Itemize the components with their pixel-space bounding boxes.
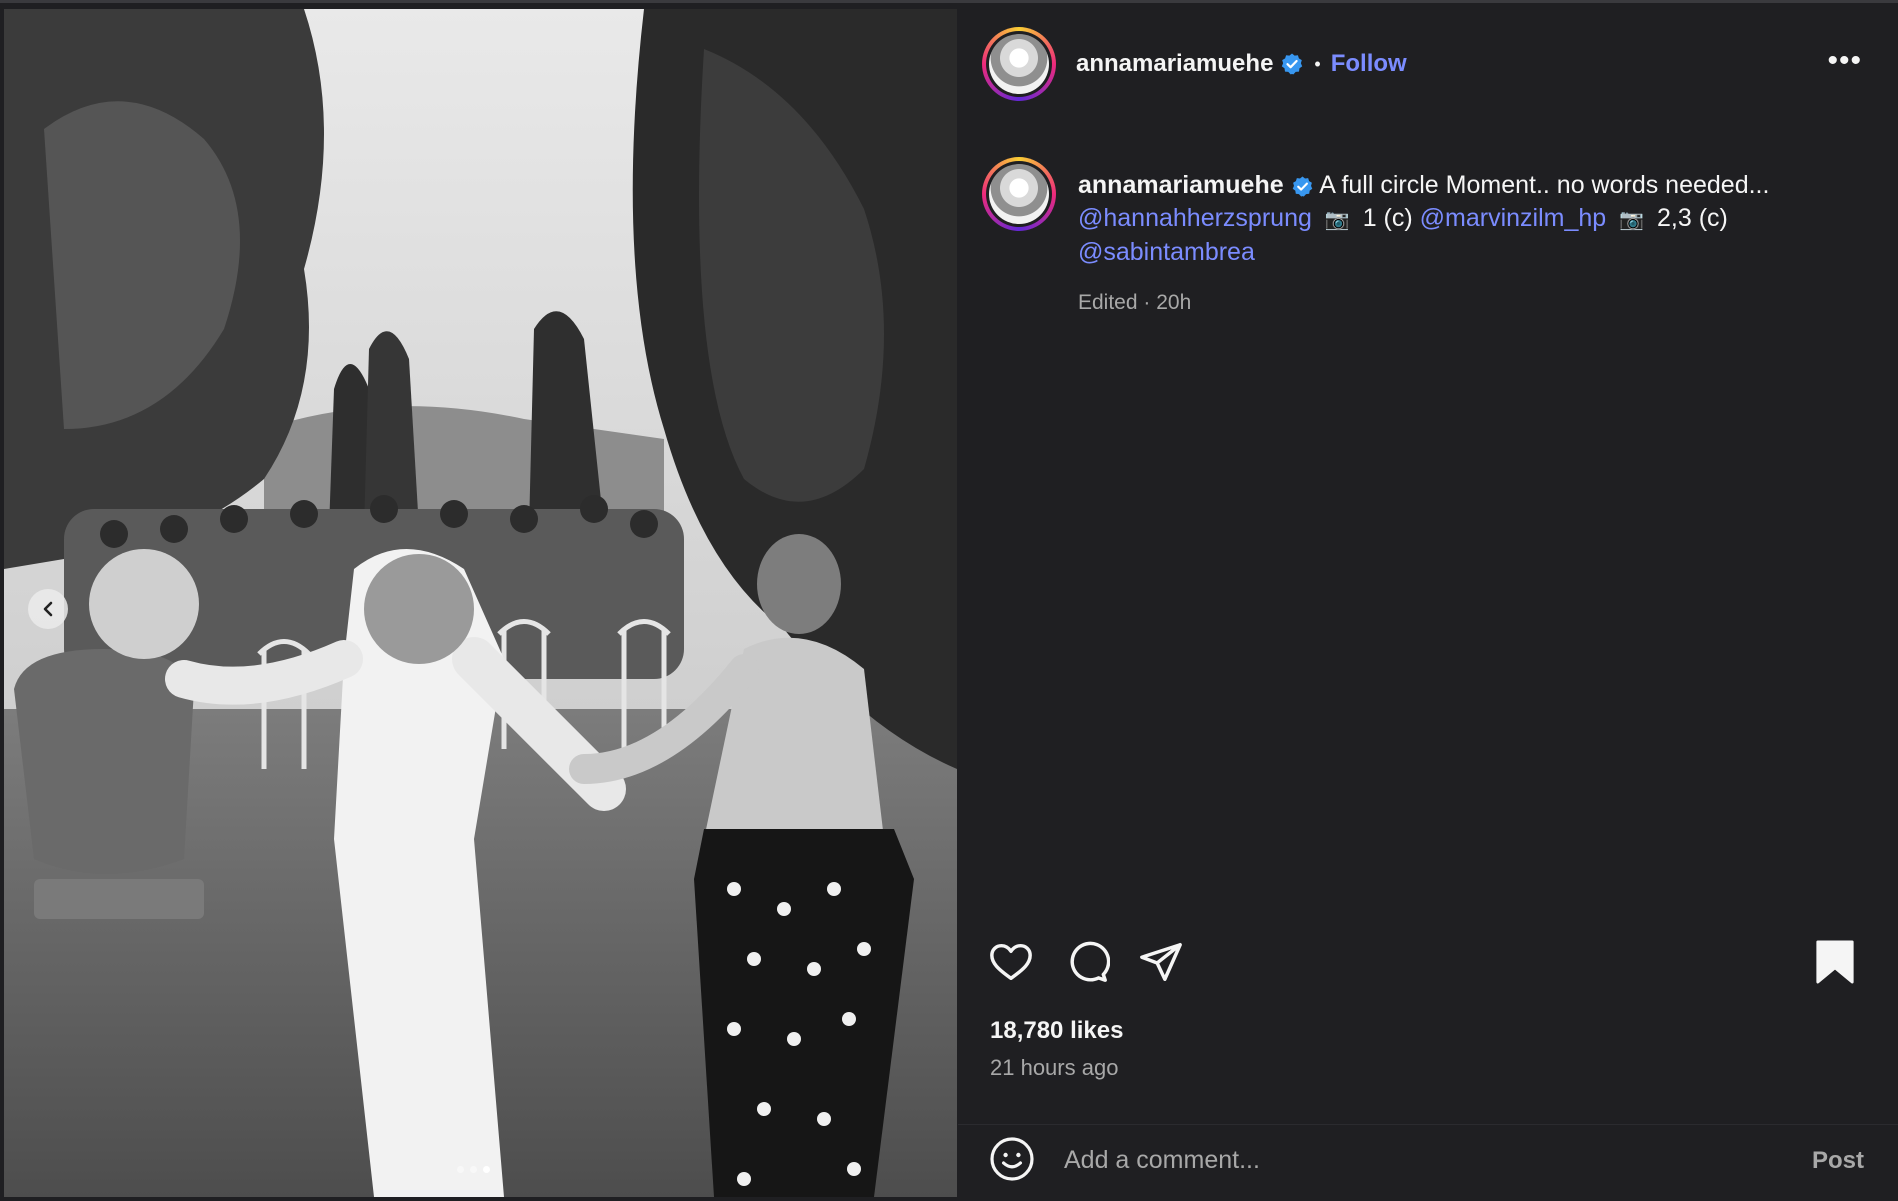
separator-dot: • [1314, 53, 1321, 74]
verified-icon [1291, 175, 1314, 198]
avatar-image [989, 164, 1049, 224]
caption: annamariamuehe A full circle Moment.. no… [982, 157, 1862, 319]
likes-count[interactable]: 18,780 likes [990, 1017, 1123, 1045]
carousel-dot [457, 1166, 464, 1173]
comment-icon [1070, 941, 1111, 982]
emoji-button[interactable] [988, 1135, 1036, 1188]
verified-icon [1280, 52, 1304, 76]
heart-icon [990, 943, 1032, 981]
follow-button[interactable]: Follow [1331, 50, 1407, 78]
profile-avatar[interactable] [982, 27, 1056, 101]
caption-text: annamariamuehe A full circle Moment.. no… [1078, 169, 1858, 319]
emoji-icon [990, 1137, 1034, 1181]
post-header: annamariamuehe • Follow ••• [958, 9, 1898, 119]
avatar-frame [986, 31, 1052, 97]
like-button[interactable] [988, 939, 1034, 990]
camera-icon: 📷 [1324, 207, 1350, 231]
chevron-left-icon [43, 601, 53, 617]
photo-credit: 2,3 (c) [1657, 204, 1728, 232]
carousel-indicator [457, 1166, 490, 1173]
mention-link[interactable]: @sabintambrea [1078, 238, 1255, 266]
camera-icon: 📷 [1619, 207, 1645, 231]
post-media[interactable] [4, 9, 957, 1197]
caption-avatar[interactable] [982, 157, 1056, 231]
post-side-panel: annamariamuehe • Follow ••• annamariamue… [958, 9, 1898, 1197]
comment-button[interactable] [1064, 939, 1111, 990]
post-comment-button[interactable]: Post [1812, 1147, 1864, 1175]
bookmark-icon [1816, 940, 1854, 984]
carousel-dot [470, 1166, 477, 1173]
wedding-photo [4, 9, 957, 1197]
carousel-prev-button[interactable] [28, 589, 68, 629]
avatar-image [989, 34, 1049, 94]
photo-credit: 1 (c) [1362, 204, 1413, 232]
caption-username[interactable]: annamariamuehe [1078, 171, 1284, 199]
app-window: annamariamuehe • Follow ••• annamariamue… [0, 0, 1898, 1201]
comment-input[interactable] [1062, 1139, 1746, 1181]
post-timestamp[interactable]: 21 hours ago [990, 1055, 1118, 1081]
share-button[interactable] [1138, 939, 1184, 990]
action-bar [988, 939, 1868, 989]
caption-meta: Edited · 20h [1078, 291, 1192, 314]
save-button[interactable] [1814, 939, 1856, 990]
carousel-dot-active [483, 1166, 490, 1173]
comment-bar: Post [958, 1124, 1898, 1195]
avatar-frame [986, 161, 1052, 227]
mention-link[interactable]: @marvinzilm_hp [1420, 204, 1607, 232]
header-username[interactable]: annamariamuehe [1076, 50, 1273, 78]
mention-link[interactable]: @hannahherzsprung [1078, 204, 1312, 232]
caption-body: A full circle Moment.. no words needed..… [1319, 171, 1770, 199]
more-icon[interactable]: ••• [1827, 46, 1862, 76]
share-icon [1140, 943, 1182, 981]
